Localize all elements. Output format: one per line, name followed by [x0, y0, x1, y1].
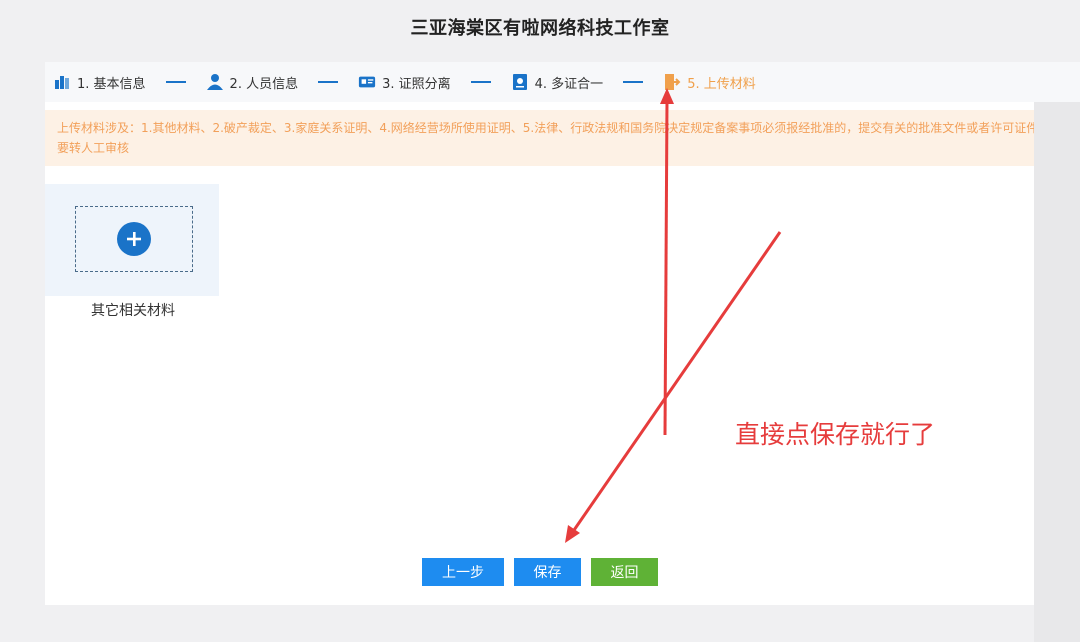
step-separator: [318, 81, 339, 83]
upload-card[interactable]: [45, 184, 219, 296]
previous-step-button[interactable]: 上一步: [422, 558, 504, 586]
annotation-text: 直接点保存就行了: [735, 420, 936, 449]
step-personnel-info[interactable]: 2. 人员信息: [206, 73, 299, 92]
add-icon[interactable]: [117, 222, 151, 256]
upload-door-icon: [663, 73, 681, 91]
step-label: 1. 基本信息: [77, 76, 146, 92]
main-panel: [45, 102, 1034, 605]
step-label: 2. 人员信息: [229, 76, 299, 92]
user-icon: [206, 73, 224, 91]
certificate-icon: [511, 73, 529, 91]
step-license-separation[interactable]: 3. 证照分离: [358, 73, 451, 92]
step-basic-info[interactable]: 1. 基本信息: [53, 73, 146, 92]
step-separator: [165, 81, 186, 83]
page-margin: [1034, 102, 1080, 642]
upload-label: 其它相关材料: [91, 303, 175, 319]
step-label: 4. 多证合一: [534, 76, 604, 92]
upload-dropzone[interactable]: [75, 206, 193, 272]
id-card-icon: [358, 73, 376, 91]
step-separator: [623, 81, 644, 83]
step-upload-materials[interactable]: 5. 上传材料: [663, 73, 756, 92]
page-title: 三亚海棠区有啦网络科技工作室: [410, 18, 670, 39]
step-multi-certificate[interactable]: 4. 多证合一: [511, 73, 604, 92]
notice-banner: 上传材料涉及：1.其他材料、2.破产裁定、3.家庭关系证明、4.网络经营场所使用…: [45, 110, 1080, 166]
step-label: 5. 上传材料: [687, 76, 756, 92]
step-separator: [470, 81, 491, 83]
steps-bar: 1. 基本信息 2. 人员信息 3. 证照分离 4. 多证合一 5. 上传材料: [45, 62, 1080, 102]
save-button[interactable]: 保存: [514, 558, 581, 586]
back-button[interactable]: 返回: [591, 558, 658, 586]
step-label: 3. 证照分离: [382, 76, 451, 92]
building-icon: [53, 73, 71, 91]
